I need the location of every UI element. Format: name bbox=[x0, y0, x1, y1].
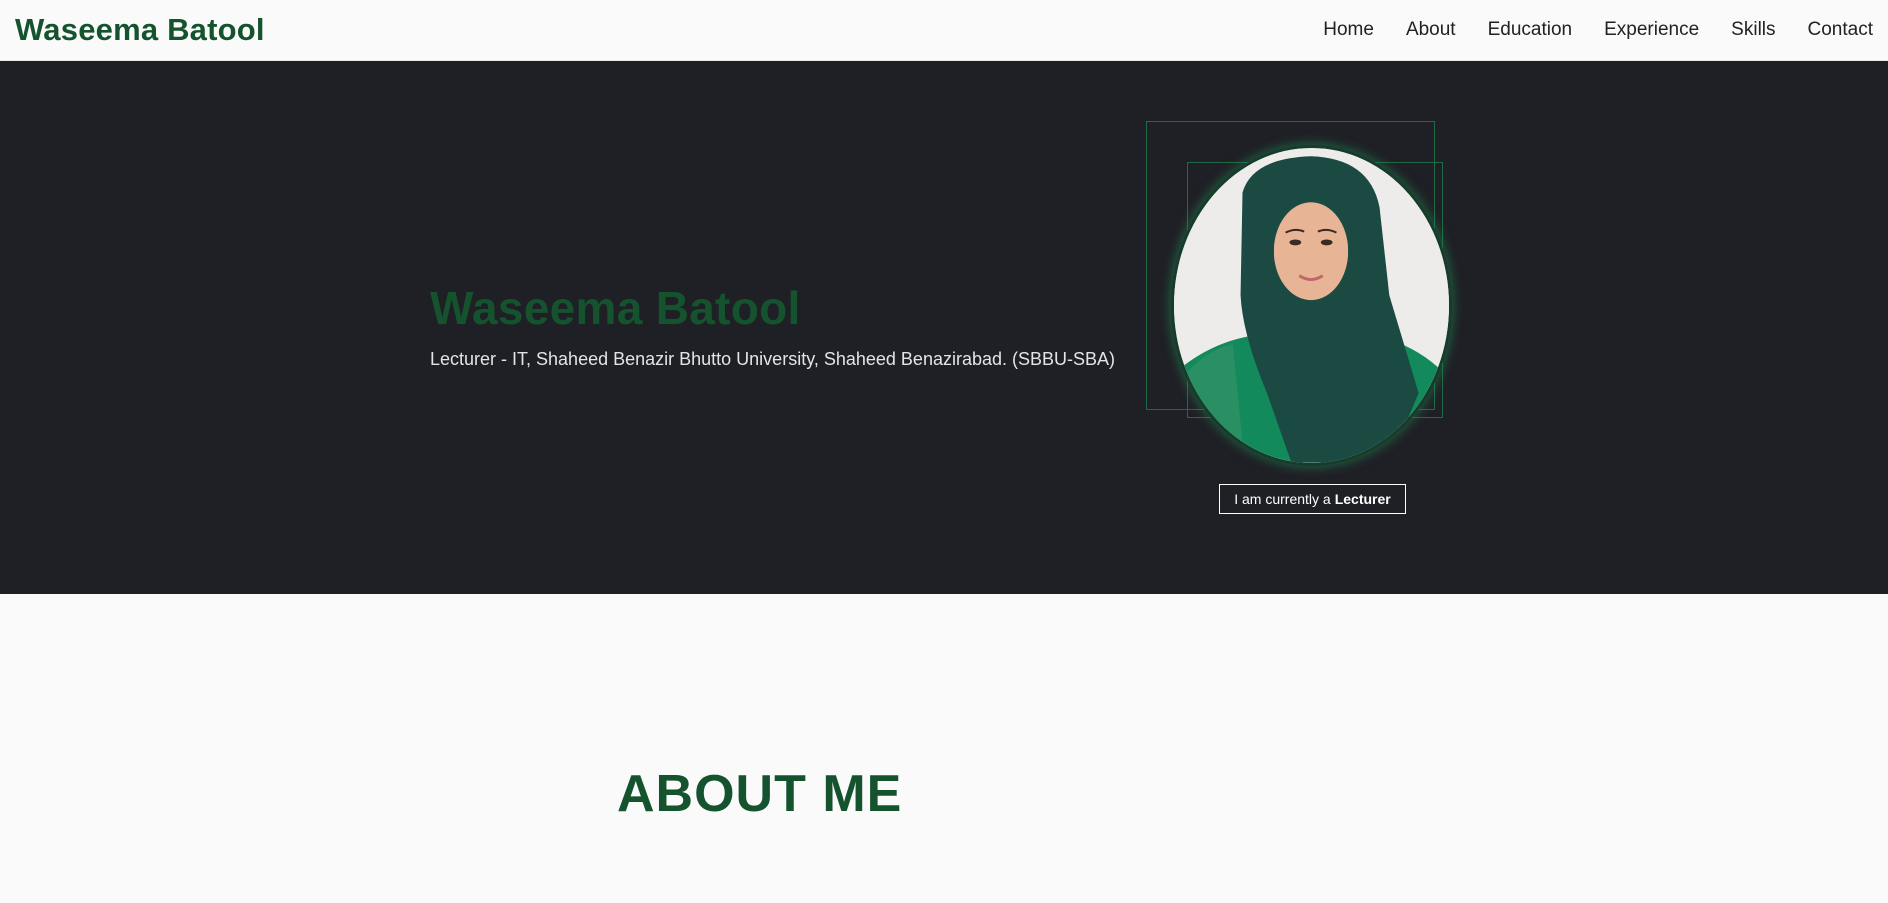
hero-subtitle: Lecturer - IT, Shaheed Benazir Bhutto Un… bbox=[430, 349, 1116, 369]
nav-links: Home About Education Experience Skills C… bbox=[1323, 19, 1873, 41]
nav-link-contact[interactable]: Contact bbox=[1808, 19, 1873, 41]
nav-link-about[interactable]: About bbox=[1406, 19, 1456, 41]
about-section-title: ABOUT ME bbox=[617, 765, 903, 823]
hero-section: Waseema Batool Lecturer - IT, Shaheed Be… bbox=[0, 61, 1888, 594]
profile-photo bbox=[1171, 145, 1452, 466]
hero-name: Waseema Batool bbox=[430, 282, 801, 334]
brand-logo-text[interactable]: Waseema Batool bbox=[15, 12, 265, 48]
nav-link-experience[interactable]: Experience bbox=[1604, 19, 1699, 41]
current-role-badge: I am currently a Lecturer bbox=[1219, 484, 1406, 514]
nav-link-education[interactable]: Education bbox=[1488, 19, 1573, 41]
nav-link-home[interactable]: Home bbox=[1323, 19, 1374, 41]
nav-link-skills[interactable]: Skills bbox=[1731, 19, 1775, 41]
status-prefix: I am currently a bbox=[1234, 491, 1331, 507]
status-role: Lecturer bbox=[1334, 491, 1391, 507]
profile-photo-area bbox=[1146, 121, 1452, 521]
top-navbar: Waseema Batool Home About Education Expe… bbox=[0, 0, 1888, 61]
